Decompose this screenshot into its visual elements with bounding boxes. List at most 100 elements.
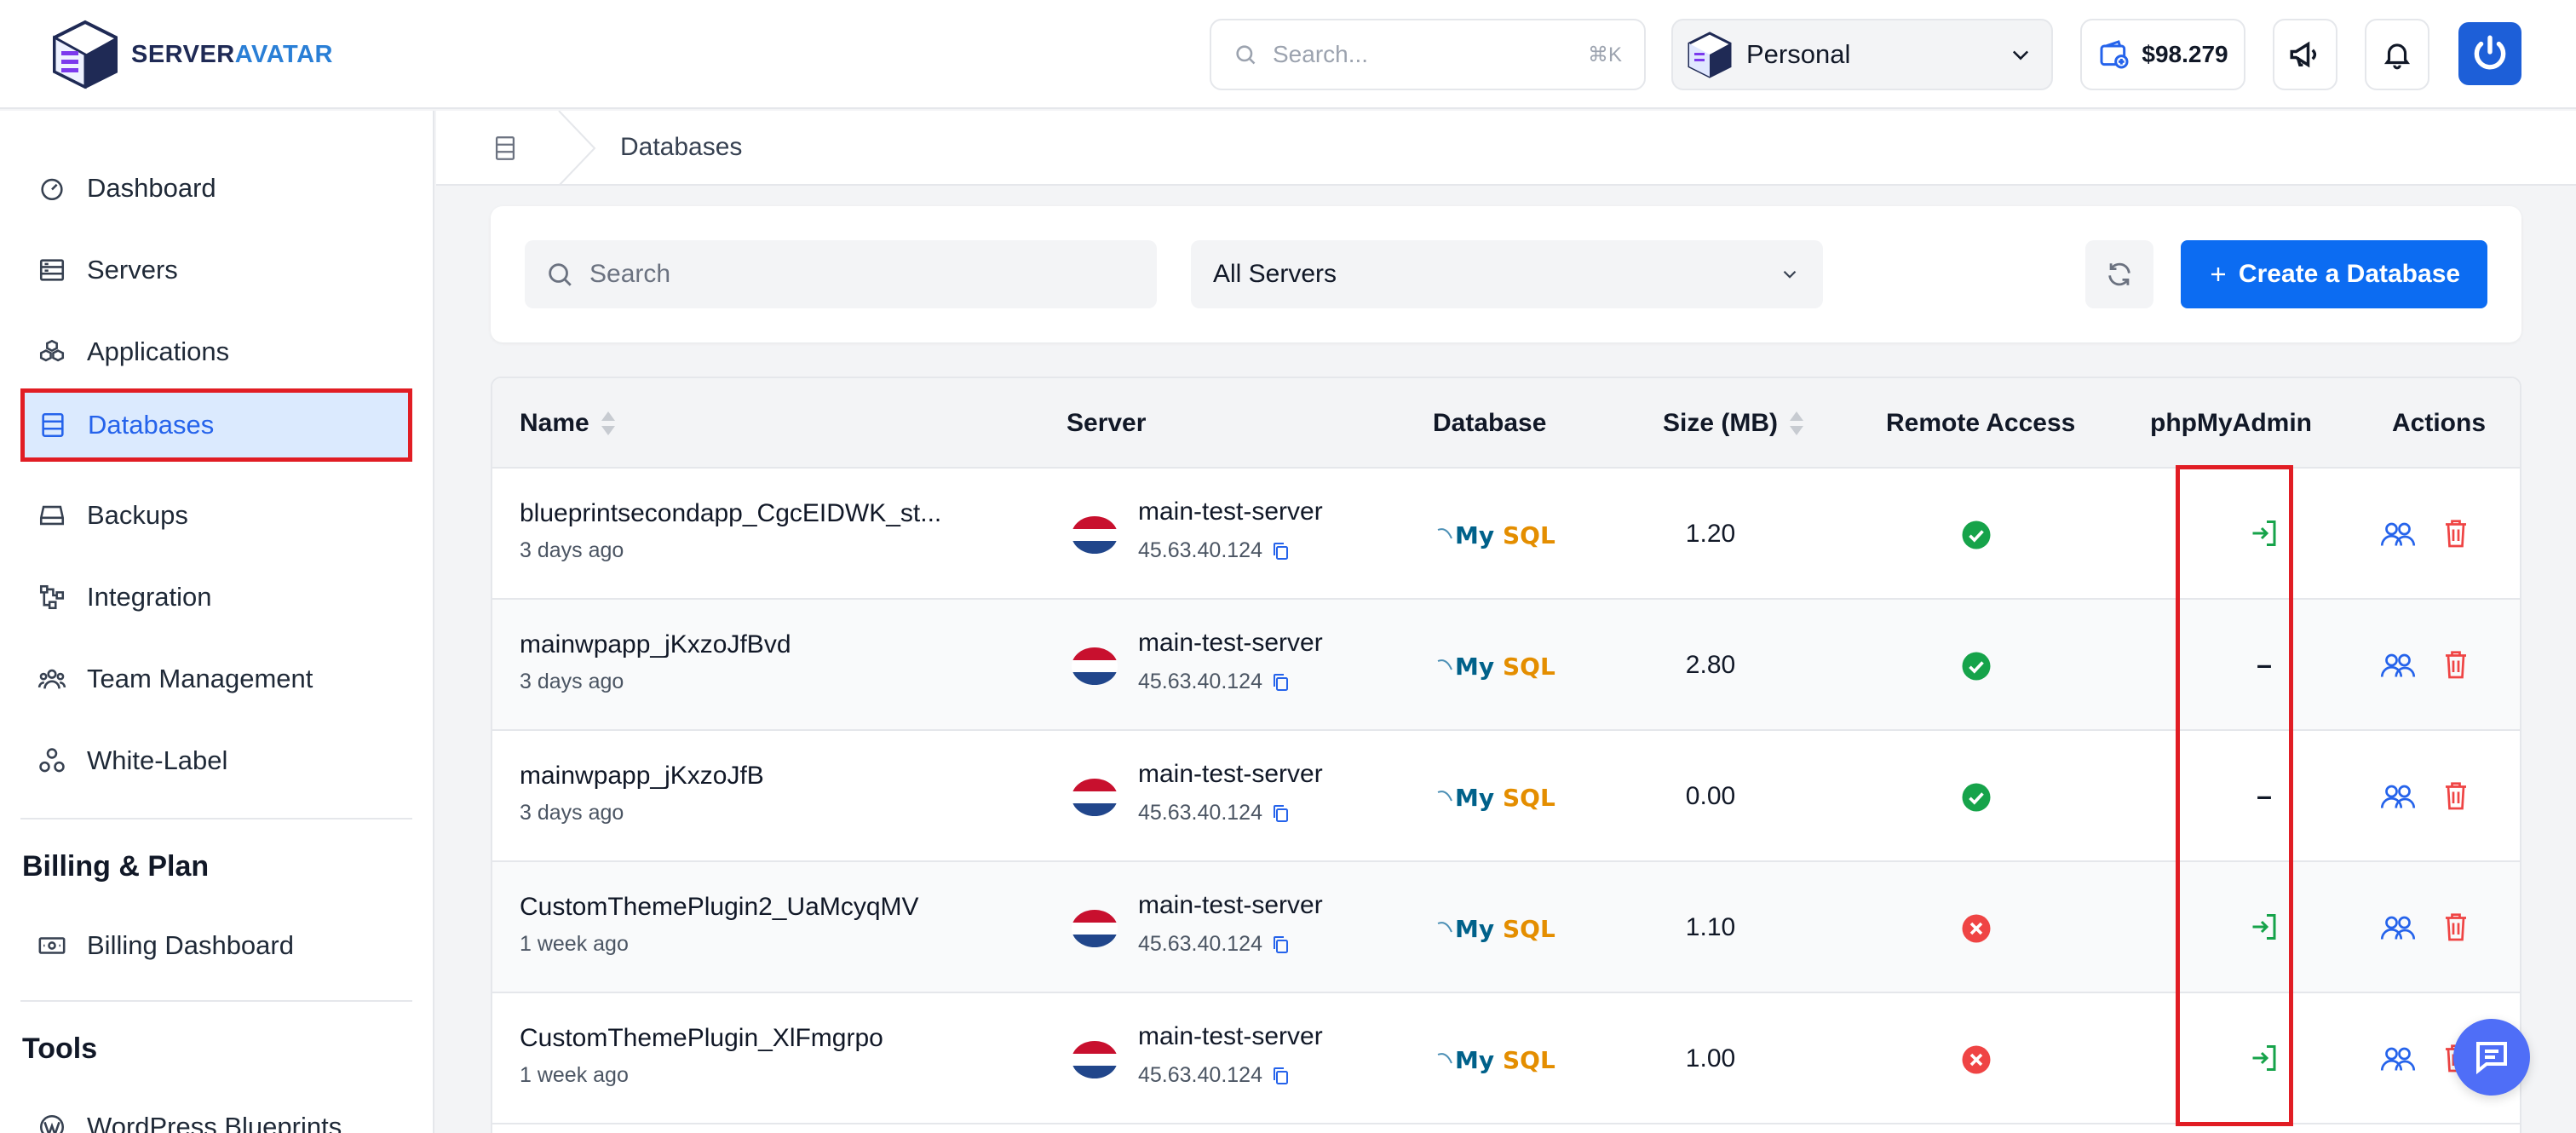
sidebar-item-applications[interactable]: Applications bbox=[20, 315, 412, 388]
svg-text:SQL: SQL bbox=[1503, 1046, 1555, 1074]
svg-text:SQL: SQL bbox=[1503, 915, 1555, 943]
database-name-cell: mainwpapp_jKxzoJfBvd 3 days ago bbox=[520, 630, 997, 694]
database-name[interactable]: blueprintsecondapp_CgcEIDWK_st... bbox=[520, 499, 997, 528]
chat-icon bbox=[2476, 1042, 2507, 1075]
search-shortcut: ⌘K bbox=[1587, 43, 1622, 66]
database-size: 2.80 bbox=[1685, 651, 1736, 679]
team-access-icon[interactable] bbox=[2380, 520, 2416, 549]
account-menu-button[interactable] bbox=[2458, 22, 2521, 85]
server-name[interactable]: main-test-server bbox=[1138, 629, 1323, 658]
phpmyadmin-login-icon[interactable] bbox=[2249, 1043, 2280, 1073]
svg-text:My: My bbox=[1455, 784, 1494, 812]
database-name-cell: CustomThemePlugin2_UaMcyqMV 1 week ago bbox=[520, 893, 997, 957]
phpmyadmin-cell: – bbox=[2257, 779, 2272, 811]
server-ip: 45.63.40.124 bbox=[1138, 1063, 1323, 1088]
copy-icon[interactable] bbox=[1271, 1066, 1290, 1086]
sidebar-item-wordpress-blueprints[interactable]: WordPress Blueprints bbox=[20, 1090, 412, 1133]
sidebar-item-backups[interactable]: Backups bbox=[20, 479, 412, 552]
global-search-input[interactable]: Search... ⌘K bbox=[1210, 19, 1646, 90]
server-name[interactable]: main-test-server bbox=[1138, 760, 1323, 789]
database-name-cell: CustomThemePlugin_XlFmgrpo 1 week ago bbox=[520, 1024, 997, 1088]
server-name[interactable]: main-test-server bbox=[1138, 891, 1323, 920]
column-remote-access-header: Remote Access bbox=[1886, 409, 2076, 437]
copy-icon[interactable] bbox=[1271, 541, 1290, 561]
search-icon bbox=[1236, 45, 1256, 65]
mysql-logo-icon: My SQL bbox=[1437, 784, 1555, 812]
backup-icon bbox=[39, 505, 65, 526]
table-row: blueprintsecondapp_CgcEIDWK_st... 3 days… bbox=[492, 469, 2520, 600]
trash-icon[interactable] bbox=[2443, 518, 2469, 549]
remote-access-status bbox=[1961, 520, 1992, 550]
table-header: Name Server Database Size (MB) Remote Ac… bbox=[492, 378, 2520, 469]
remote-access-status bbox=[1961, 782, 1992, 813]
sidebar-item-databases[interactable]: Databases bbox=[20, 388, 412, 462]
announcements-button[interactable] bbox=[2273, 19, 2337, 90]
sidebar-item-label: Dashboard bbox=[87, 173, 216, 203]
support-chat-button[interactable] bbox=[2453, 1019, 2530, 1096]
gauge-icon bbox=[41, 178, 63, 201]
database-name[interactable]: mainwpapp_jKxzoJfBvd bbox=[520, 630, 997, 659]
database-created-time: 1 week ago bbox=[520, 932, 629, 956]
workspace-cube-icon bbox=[1688, 32, 1732, 78]
database-name[interactable]: CustomThemePlugin_XlFmgrpo bbox=[520, 1024, 997, 1053]
sidebar-divider bbox=[20, 1000, 412, 1002]
trash-icon[interactable] bbox=[2443, 780, 2469, 811]
phpmyadmin-login-icon[interactable] bbox=[2249, 518, 2280, 549]
column-phpmyadmin-header: phpMyAdmin bbox=[2150, 409, 2312, 437]
database-name[interactable]: mainwpapp_jKxzoJfB bbox=[520, 762, 997, 791]
sidebar-item-team-management[interactable]: Team Management bbox=[20, 642, 412, 716]
breadcrumb-current: Databases bbox=[620, 133, 743, 161]
database-search-input[interactable]: Search bbox=[525, 240, 1157, 308]
mysql-logo-icon: My SQL bbox=[1437, 521, 1555, 549]
remote-access-status bbox=[1961, 651, 1992, 682]
copy-icon[interactable] bbox=[1271, 935, 1290, 955]
wordpress-icon bbox=[39, 1114, 65, 1133]
team-access-icon[interactable] bbox=[2380, 782, 2416, 811]
databases-table: Name Server Database Size (MB) Remote Ac… bbox=[491, 377, 2521, 1133]
copy-icon[interactable] bbox=[1271, 803, 1290, 824]
team-access-icon[interactable] bbox=[2380, 913, 2416, 942]
sidebar-item-servers[interactable]: Servers bbox=[20, 233, 412, 307]
search-icon bbox=[549, 263, 572, 286]
database-name[interactable]: CustomThemePlugin2_UaMcyqMV bbox=[520, 893, 997, 922]
sidebar-divider bbox=[20, 818, 412, 820]
database-icon[interactable] bbox=[491, 133, 520, 164]
server-name[interactable]: main-test-server bbox=[1138, 1022, 1323, 1051]
create-database-button[interactable]: Create a Database bbox=[2181, 240, 2487, 308]
server-name[interactable]: main-test-server bbox=[1138, 497, 1323, 526]
team-access-icon[interactable] bbox=[2380, 651, 2416, 680]
column-server-header: Server bbox=[1067, 409, 1147, 437]
chevron-down-icon bbox=[2012, 50, 2029, 60]
billing-icon bbox=[38, 937, 66, 954]
column-name-header[interactable]: Name bbox=[520, 409, 617, 438]
wallet-icon bbox=[2100, 40, 2129, 69]
top-header: SERVERAVATAR Search... ⌘K Personal $98.2… bbox=[0, 0, 2576, 109]
column-size-header[interactable]: Size (MB) bbox=[1663, 409, 1805, 438]
mysql-logo-icon: My SQL bbox=[1437, 915, 1555, 943]
server-cell: main-test-server 45.63.40.124 bbox=[1138, 760, 1323, 825]
sidebar: Dashboard Servers Applications Databases… bbox=[0, 111, 434, 1133]
sidebar-item-white-label[interactable]: White-Label bbox=[20, 724, 412, 797]
refresh-button[interactable] bbox=[2085, 240, 2153, 308]
sidebar-item-integration[interactable]: Integration bbox=[20, 561, 412, 634]
workspace-selector[interactable]: Personal bbox=[1671, 19, 2053, 90]
credit-balance-button[interactable]: $98.279 bbox=[2080, 19, 2245, 90]
phpmyadmin-cell bbox=[2213, 910, 2315, 944]
table-row: mainwpapp_jKxzoJfBvd 3 days ago main-tes… bbox=[492, 600, 2520, 731]
sidebar-item-label: White-Label bbox=[87, 745, 228, 775]
phpmyadmin-login-icon[interactable] bbox=[2249, 912, 2280, 942]
server-filter-select[interactable]: All Servers bbox=[1191, 240, 1823, 308]
serveravatar-logo[interactable]: SERVERAVATAR bbox=[51, 19, 333, 90]
copy-icon[interactable] bbox=[1271, 672, 1290, 693]
trash-icon[interactable] bbox=[2443, 912, 2469, 942]
server-filter-value: All Servers bbox=[1213, 260, 1337, 288]
search-placeholder: Search bbox=[589, 260, 671, 288]
svg-text:My: My bbox=[1455, 915, 1494, 943]
sidebar-item-billing-dashboard[interactable]: Billing Dashboard bbox=[20, 909, 412, 982]
sidebar-item-dashboard[interactable]: Dashboard bbox=[20, 152, 412, 225]
team-access-icon[interactable] bbox=[2380, 1044, 2416, 1073]
check-circle-icon bbox=[1962, 652, 1991, 681]
trash-icon[interactable] bbox=[2443, 649, 2469, 680]
notifications-button[interactable] bbox=[2365, 19, 2429, 90]
svg-text:SQL: SQL bbox=[1503, 521, 1555, 549]
